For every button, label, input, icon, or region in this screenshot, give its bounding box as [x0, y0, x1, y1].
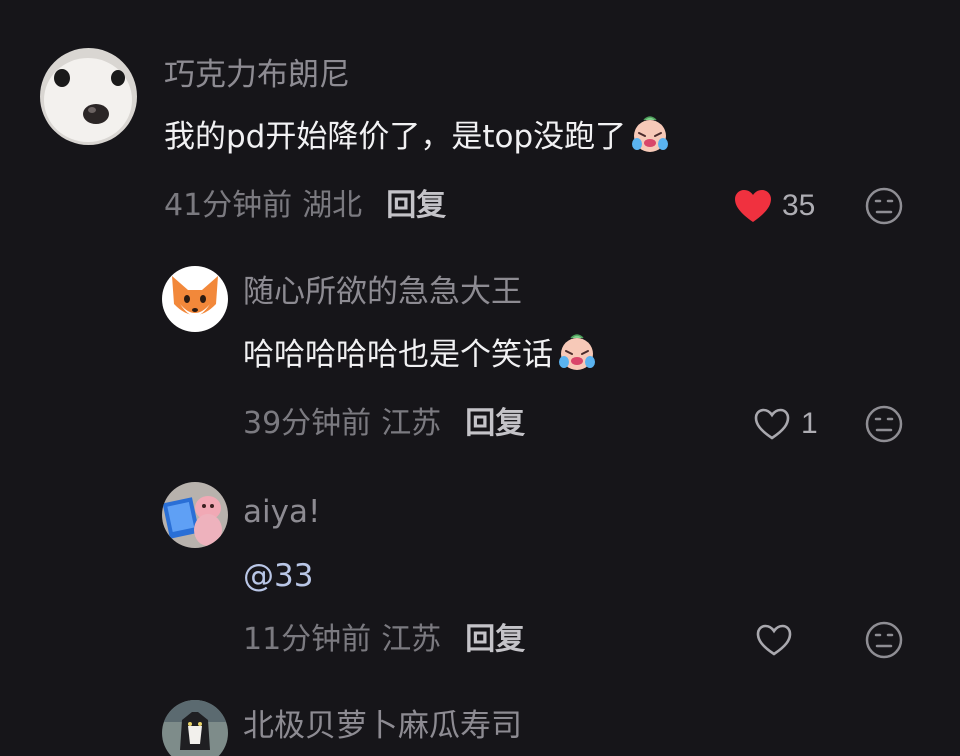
reply-button[interactable]: 回复 — [386, 188, 446, 223]
comment-item: aiya! @33 11分钟前 江苏 回复 — [0, 460, 960, 680]
comment-location: 江苏 — [381, 622, 442, 657]
avatar[interactable] — [40, 48, 137, 145]
comment-username[interactable]: aiya! — [243, 492, 320, 532]
comment-time: 41分钟前 — [164, 188, 293, 223]
crying-laugh-emoji-icon — [630, 115, 670, 165]
avatar[interactable] — [162, 700, 228, 756]
heart-outline-icon — [755, 623, 793, 657]
avatar[interactable] — [162, 266, 228, 332]
emoji-reaction-button[interactable] — [864, 186, 904, 230]
comment-time: 11分钟前 — [243, 622, 372, 657]
comment-username[interactable]: 北极贝萝卜麻瓜寿司 — [243, 706, 522, 746]
comment-text: 哈哈哈哈哈也是个笑话 — [243, 333, 597, 383]
reply-button[interactable]: 回复 — [465, 622, 525, 657]
reply-button[interactable]: 回复 — [465, 406, 525, 441]
comment-location: 江苏 — [381, 406, 442, 441]
comment-meta: 11分钟前 江苏 回复 — [243, 620, 525, 660]
heart-filled-icon — [734, 189, 772, 223]
like-button[interactable] — [755, 620, 793, 660]
like-count: 1 — [801, 407, 818, 440]
mention-link[interactable]: @33 — [243, 558, 313, 594]
like-button[interactable]: 35 — [734, 186, 815, 226]
comment-text: @33 — [243, 554, 313, 598]
comment-meta: 39分钟前 江苏 回复 — [243, 404, 525, 444]
crying-laugh-emoji-icon — [557, 333, 597, 383]
comment-time: 39分钟前 — [243, 406, 372, 441]
comment-text-body: 我的pd开始降价了，是top没跑了 — [164, 119, 627, 155]
emoji-reaction-button[interactable] — [864, 620, 904, 664]
neutral-face-icon — [864, 405, 904, 448]
comment-text: 我的pd开始降价了，是top没跑了 — [164, 115, 670, 165]
emoji-reaction-button[interactable] — [864, 404, 904, 448]
neutral-face-icon — [864, 187, 904, 230]
neutral-face-icon — [864, 621, 904, 664]
comment-username[interactable]: 随心所欲的急急大王 — [243, 272, 522, 312]
like-count: 35 — [782, 189, 816, 222]
comment-username[interactable]: 巧克力布朗尼 — [164, 55, 350, 95]
comment-text-body: 哈哈哈哈哈也是个笑话 — [243, 337, 553, 373]
comment-meta: 41分钟前 湖北 回复 — [164, 186, 446, 226]
comment-item: 北极贝萝卜麻瓜寿司 — [0, 680, 960, 756]
comment-location: 湖北 — [302, 188, 363, 223]
heart-outline-icon — [753, 407, 791, 441]
comment-list: 巧克力布朗尼 我的pd开始降价了，是top没跑了 41分钟前湖北回复 35 — [0, 0, 960, 756]
avatar[interactable] — [162, 482, 228, 548]
like-button[interactable]: 1 — [753, 404, 818, 444]
comment-item: 随心所欲的急急大王 哈哈哈哈哈也是个笑话 39分钟前 江苏 回复 1 — [0, 240, 960, 460]
comment-item: 巧克力布朗尼 我的pd开始降价了，是top没跑了 41分钟前 湖北 回复 35 — [0, 0, 960, 240]
